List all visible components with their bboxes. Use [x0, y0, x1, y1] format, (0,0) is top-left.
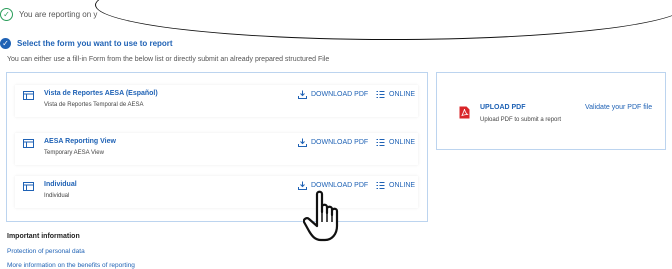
form-icon	[23, 182, 34, 191]
form-row-individual: Individual Individual DOWNLOAD PDF ONLIN…	[15, 176, 418, 208]
check-circle-icon: ✓	[0, 8, 13, 21]
upload-pdf-link[interactable]: UPLOAD PDF	[480, 104, 526, 111]
step2-text: Select the form you want to use to repor…	[17, 39, 173, 48]
hand-pointer-cursor-icon	[303, 190, 339, 242]
online-label: ONLINE	[389, 182, 416, 189]
form-subtitle: Individual	[44, 193, 70, 199]
online-list-icon	[376, 182, 385, 189]
download-pdf-label: DOWNLOAD PDF	[311, 139, 369, 146]
step-reporting-on: ✓ You are reporting on y	[0, 8, 97, 21]
form-subtitle: Temporary AESA View	[44, 150, 104, 156]
form-title[interactable]: Individual	[44, 181, 77, 188]
step1-text: You are reporting on y	[19, 10, 98, 19]
upload-panel: UPLOAD PDF Upload PDF to submit a report…	[436, 72, 666, 150]
form-subtitle: Vista de Reportes Temporal de AESA	[44, 102, 144, 108]
download-icon	[298, 138, 307, 147]
form-icon	[23, 91, 34, 100]
online-label: ONLINE	[389, 139, 416, 146]
form-row-vista-reportes: Vista de Reportes AESA (Español) Vista d…	[15, 85, 418, 117]
form-title[interactable]: AESA Reporting View	[44, 138, 116, 145]
important-info-heading: Important information	[7, 233, 80, 240]
form-title[interactable]: Vista de Reportes AESA (Español)	[44, 90, 158, 97]
check-circle-filled-icon: ✓	[0, 38, 11, 49]
benefits-link[interactable]: More information on the benefits of repo…	[7, 262, 135, 269]
online-button[interactable]: ONLINE	[376, 90, 415, 99]
online-button[interactable]: ONLINE	[376, 138, 415, 147]
online-list-icon	[376, 139, 385, 146]
download-pdf-button[interactable]: DOWNLOAD PDF	[298, 90, 368, 99]
annotation-callout	[95, 0, 672, 40]
validate-pdf-link[interactable]: Validate your PDF file	[585, 104, 652, 111]
personal-data-link[interactable]: Protection of personal data	[7, 248, 85, 255]
form-row-aesa-reporting-view: AESA Reporting View Temporary AESA View …	[15, 133, 418, 165]
download-icon	[298, 90, 307, 99]
pdf-file-icon	[459, 106, 470, 119]
forms-panel: Vista de Reportes AESA (Español) Vista d…	[6, 72, 428, 222]
step-select-form: ✓ Select the form you want to use to rep…	[0, 38, 173, 49]
form-icon	[23, 139, 34, 148]
download-pdf-button[interactable]: DOWNLOAD PDF	[298, 138, 368, 147]
online-list-icon	[376, 91, 385, 98]
online-label: ONLINE	[389, 91, 416, 98]
upload-pdf-subtitle: Upload PDF to submit a report	[480, 117, 562, 123]
online-button[interactable]: ONLINE	[376, 181, 415, 190]
download-pdf-label: DOWNLOAD PDF	[311, 91, 369, 98]
helper-text: You can either use a fill-in Form from t…	[7, 56, 330, 63]
